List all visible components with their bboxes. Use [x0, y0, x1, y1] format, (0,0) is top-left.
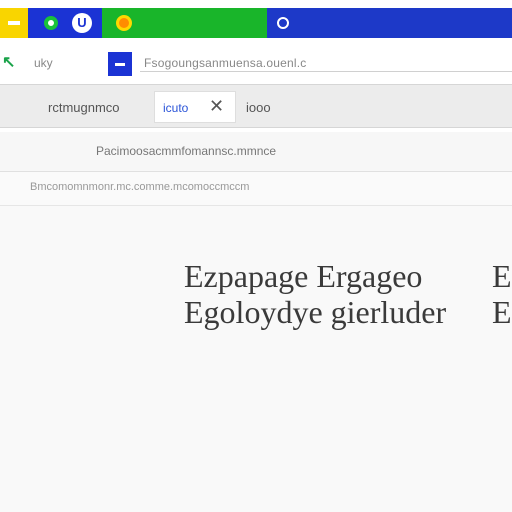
edge-letter-1: E — [492, 258, 512, 294]
ring-icon[interactable] — [277, 17, 289, 29]
heading-line-2: Egoloydye gierluder — [184, 294, 447, 330]
blue-segment-right — [267, 8, 512, 38]
secondary-text: Fsogoungsanmuensa.ouenl.c — [144, 56, 307, 70]
heading-line-1: Ezpapage Ergageo — [184, 258, 423, 294]
header-row: Bmcomomnmonr.mc.comme.mcomoccmccm — [0, 172, 512, 206]
orange-dot-icon[interactable] — [116, 15, 132, 31]
toolbar-label[interactable]: rctmugnmco — [48, 100, 120, 115]
toolbar: rctmugnmco icuto ✕ iooo — [0, 84, 512, 128]
blue-segment: U — [28, 8, 102, 38]
tab-label: icuto — [163, 101, 189, 115]
top-color-bar: U — [0, 8, 512, 38]
zoom-label[interactable]: iooo — [246, 100, 271, 115]
address-text[interactable]: Pacimoosacmmfomannsc.mmnce — [96, 144, 276, 158]
close-icon[interactable]: ✕ — [209, 96, 224, 117]
header-text: Bmcomomnmonr.mc.comme.mcomoccmccm — [30, 181, 250, 193]
app-o-icon[interactable] — [44, 16, 58, 30]
main-content: Ezpapage Ergageo Egoloydye gierluder E E — [0, 206, 512, 512]
secondary-label: uky — [34, 56, 53, 70]
green-segment — [102, 8, 267, 38]
back-arrow-icon[interactable]: ↖ — [2, 52, 15, 72]
minus-icon — [115, 63, 125, 66]
minimize-button[interactable] — [108, 52, 132, 76]
edge-letter-2: E — [492, 294, 512, 330]
app-u-icon[interactable]: U — [72, 13, 92, 33]
secondary-bar: ↖ uky Fsogoungsanmuensa.ouenl.c — [0, 44, 512, 80]
tab-active[interactable]: icuto ✕ — [154, 91, 236, 123]
address-row: Pacimoosacmmfomannsc.mmnce — [0, 132, 512, 172]
divider — [140, 71, 512, 72]
dash-icon — [8, 21, 20, 25]
yellow-segment[interactable] — [0, 8, 28, 38]
